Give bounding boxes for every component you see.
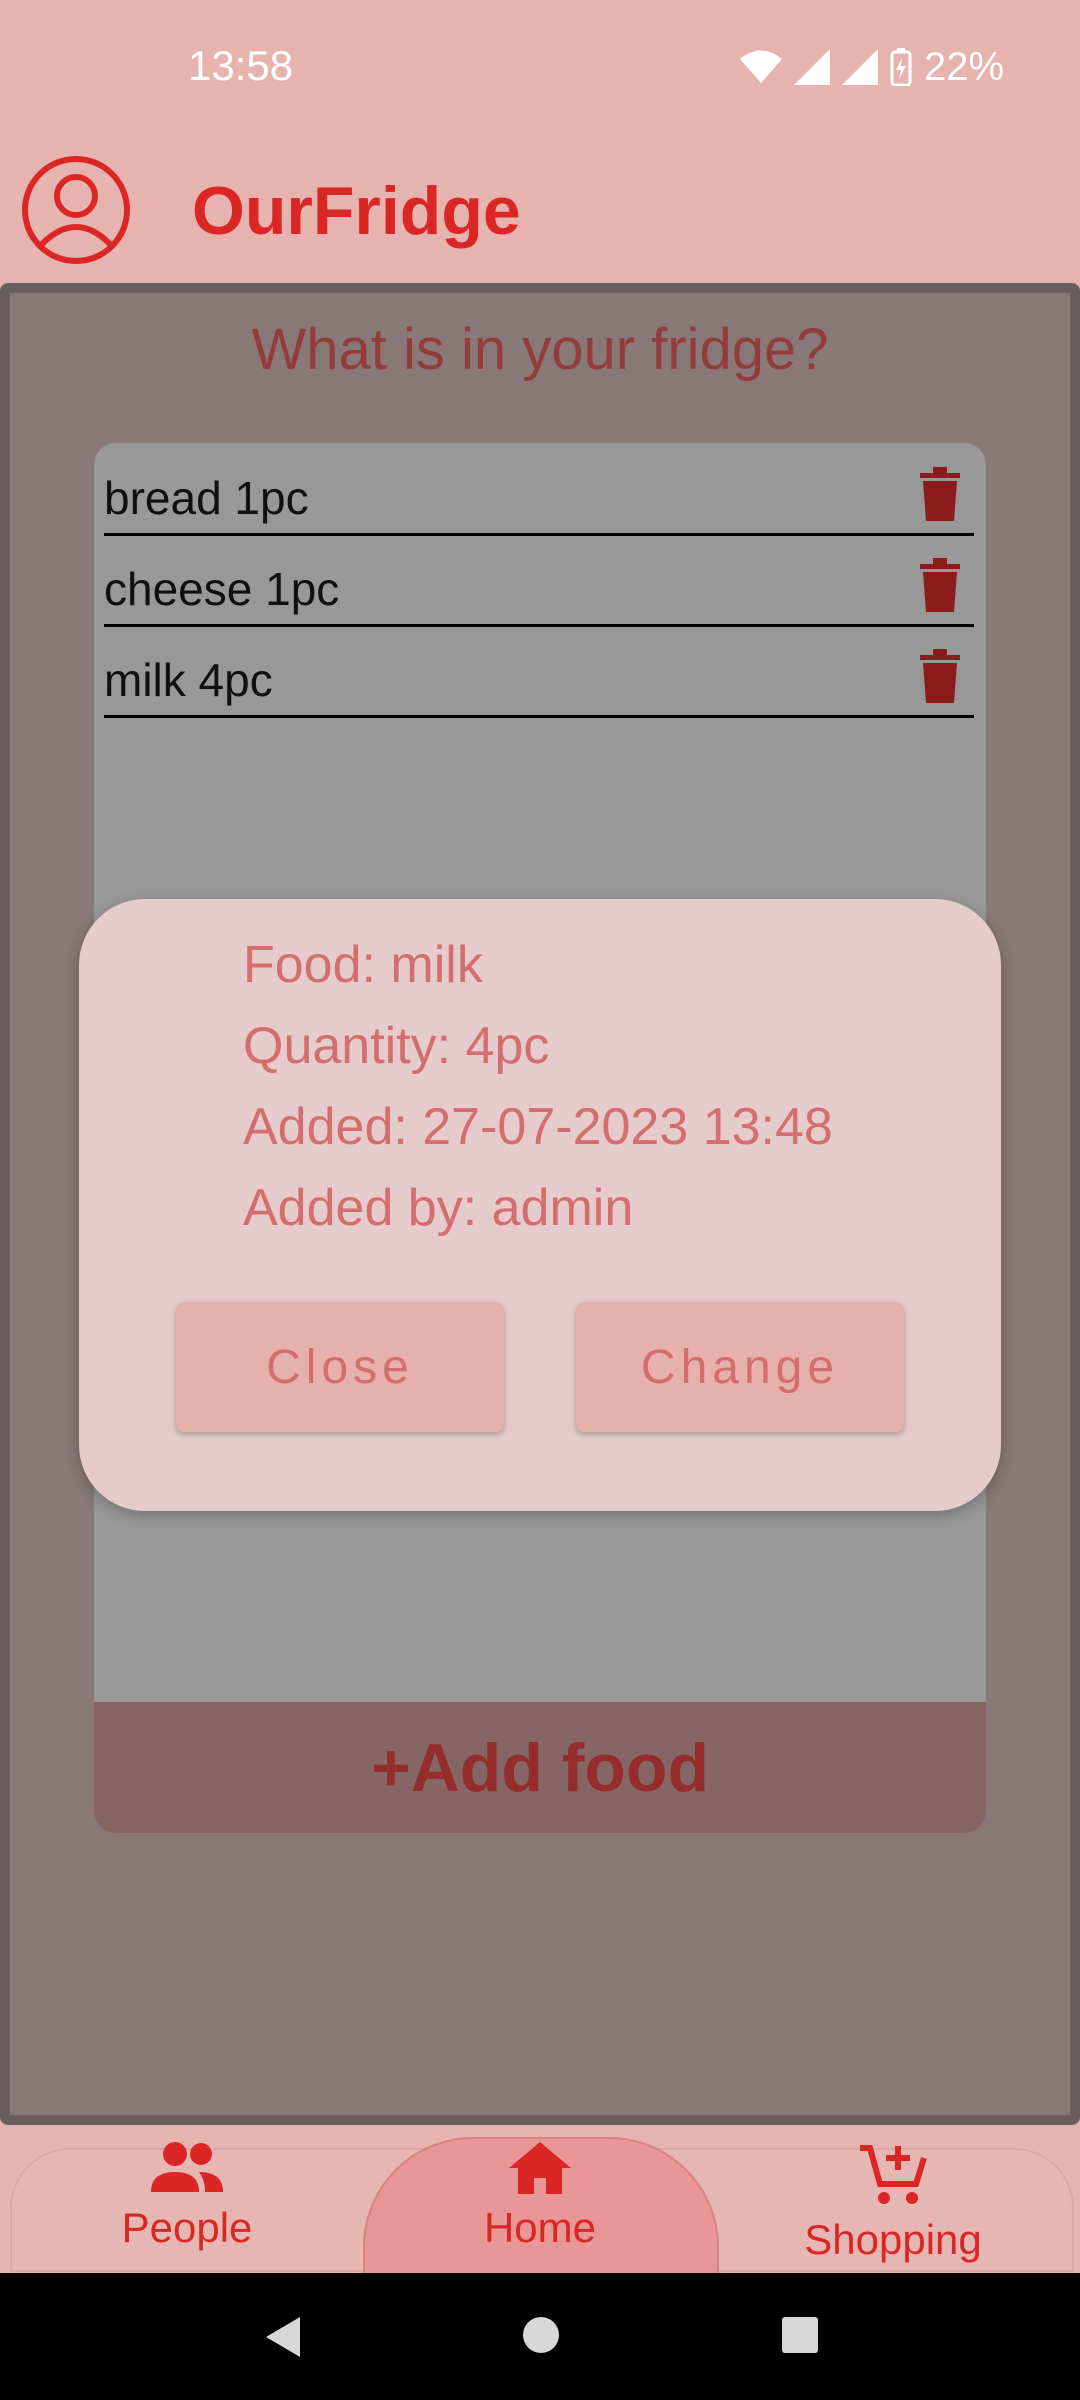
change-button[interactable]: Change — [576, 1302, 904, 1432]
page-heading: What is in your fridge? — [251, 317, 829, 382]
nav-people-label: People — [121, 2204, 253, 2251]
nav-shopping[interactable]: Shopping — [743, 2140, 1043, 2264]
profile-icon[interactable] — [20, 154, 132, 266]
battery-charging-icon — [890, 48, 912, 86]
food-item-label: cheese 1pc — [104, 563, 340, 615]
system-navigation-bar — [0, 2273, 1080, 2400]
close-button[interactable]: Close — [176, 1302, 504, 1432]
recents-icon[interactable] — [780, 2315, 820, 2355]
nav-home[interactable]: Home — [390, 2140, 690, 2252]
nav-shopping-label: Shopping — [804, 2216, 982, 2263]
nav-home-label: Home — [483, 2204, 597, 2251]
home-circle-icon[interactable] — [521, 2315, 561, 2355]
dialog-added-date: Added: 27-07-2023 13:48 — [243, 1098, 833, 1156]
dialog-quantity: Quantity: 4pc — [243, 1017, 550, 1075]
home-icon — [509, 2142, 571, 2194]
add-shopping-cart-icon — [860, 2145, 927, 2204]
signal-hd-icon — [842, 49, 878, 85]
signal-r-icon — [794, 49, 830, 85]
wifi-icon — [740, 50, 782, 83]
battery-percentage: 22% — [924, 44, 1005, 89]
trash-icon[interactable] — [920, 649, 960, 703]
back-icon[interactable] — [262, 2315, 302, 2359]
status-icons: 22% — [740, 42, 1004, 92]
trash-icon[interactable] — [920, 467, 960, 521]
list-item[interactable]: milk 4pc — [104, 639, 974, 718]
dialog-added-by: Added by: admin — [243, 1179, 634, 1237]
trash-icon[interactable] — [920, 558, 960, 612]
people-icon — [151, 2142, 223, 2192]
food-item-label: milk 4pc — [104, 654, 273, 706]
list-item[interactable]: cheese 1pc — [104, 548, 974, 627]
status-time: 13:58 — [188, 42, 294, 89]
app-title: OurFridge — [192, 173, 521, 249]
nav-people[interactable]: People — [37, 2140, 337, 2252]
add-food-button[interactable]: +Add food — [94, 1702, 986, 1833]
food-details-dialog: Food: milk Quantity: 4pc Added: 27-07-20… — [79, 899, 1001, 1511]
list-item[interactable]: bread 1pc — [104, 457, 974, 536]
food-item-label: bread 1pc — [104, 472, 309, 524]
dialog-food: Food: milk — [243, 936, 483, 994]
